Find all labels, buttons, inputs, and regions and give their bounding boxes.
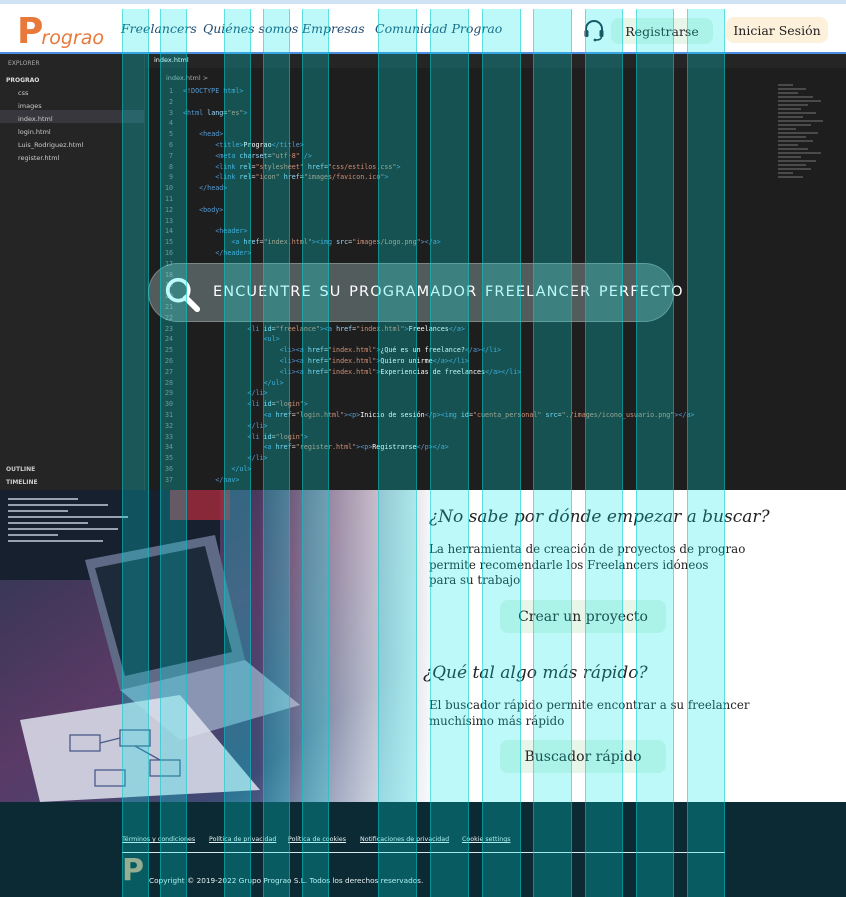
- nav-comunidad[interactable]: Comunidad Prograo: [375, 21, 502, 36]
- explorer-item: css: [18, 89, 29, 97]
- editor-breadcrumb: index.html >: [166, 74, 209, 82]
- promo-title-1: ¿No sabe por dónde empezar a buscar?: [429, 507, 770, 527]
- editor-minimap: [778, 84, 828, 334]
- footer-link-privacy-notices[interactable]: Notificaciones de privacidad: [360, 836, 449, 843]
- logo-wordmark: rograo: [41, 27, 104, 49]
- create-project-button[interactable]: Crear un proyecto: [500, 600, 666, 633]
- promo-text-1: La herramienta de creación de proyectos …: [429, 542, 745, 589]
- laptop-photo: [0, 490, 430, 802]
- nav-quienes-somos[interactable]: Quiénes somos: [203, 21, 298, 36]
- footer-link-cookie-settings[interactable]: Cookie settings: [462, 836, 510, 843]
- promo-text-line: El buscador rápido permite encontrar a s…: [429, 698, 750, 712]
- footer-divider: [122, 852, 725, 853]
- promo-text-line: muchísimo más rápido: [429, 713, 565, 728]
- explorer-item: Luis_Rodriguez.html: [18, 141, 84, 149]
- explorer-label: EXPLORER: [8, 60, 40, 67]
- explorer-item: login.html: [18, 128, 51, 136]
- nav-empresas[interactable]: Empresas: [302, 21, 365, 36]
- timeline-label: TIMELINE: [6, 479, 38, 486]
- footer-link-privacy[interactable]: Política de privacidad: [209, 836, 276, 843]
- site-header: Prograo Freelancers Quiénes somos Empres…: [0, 0, 846, 54]
- hero-search-bar[interactable]: ENCUENTRE SU PROGRAMADOR FREELANCER PERF…: [148, 263, 683, 322]
- explorer-item: images: [18, 102, 42, 110]
- project-folder: PROGRAO: [6, 77, 40, 84]
- copyright-text: Copyright © 2019-2022 Grupo Prograo S.L.…: [149, 876, 424, 885]
- explorer-item: register.html: [18, 154, 60, 162]
- prograo-logo[interactable]: Prograo: [17, 11, 104, 52]
- explorer-item: index.html: [0, 110, 144, 123]
- login-button[interactable]: Iniciar Sesión: [726, 17, 828, 43]
- editor-tab: index.html: [154, 56, 189, 64]
- footer-logo: P: [122, 853, 144, 888]
- editor-explorer: EXPLORER PROGRAO css images index.html l…: [0, 54, 145, 490]
- promo-text-line: para su trabajo: [429, 573, 521, 587]
- footer-link-terms[interactable]: Términos y condiciones: [122, 836, 195, 843]
- headset-icon[interactable]: [582, 18, 606, 42]
- promo-title-2: ¿Qué tal algo más rápido?: [423, 663, 648, 683]
- hero-section: EXPLORER PROGRAO css images index.html l…: [0, 54, 846, 490]
- promo-text-line: La herramienta de creación de proyectos …: [429, 542, 746, 556]
- logo-letter: P: [17, 11, 44, 52]
- search-icon: [165, 277, 201, 313]
- outline-label: OUTLINE: [6, 466, 36, 473]
- site-footer: Términos y condiciones Política de priva…: [0, 802, 846, 897]
- editor-tabbar: index.html: [146, 54, 846, 68]
- promo-section: ¿No sabe por dónde empezar a buscar? La …: [0, 490, 846, 802]
- nav-freelancers[interactable]: Freelancers: [121, 21, 197, 36]
- register-button[interactable]: Registrarse: [611, 18, 713, 44]
- promo-text-2: El buscador rápido permite encontrar a s…: [429, 698, 750, 729]
- quick-search-button[interactable]: Buscador rápido: [500, 740, 666, 773]
- hero-search-text: ENCUENTRE SU PROGRAMADOR FREELANCER PERF…: [213, 284, 684, 300]
- footer-link-cookies[interactable]: Política de cookies: [288, 836, 346, 843]
- promo-text-line: permite recomendarle los Freelancers idó…: [429, 557, 709, 572]
